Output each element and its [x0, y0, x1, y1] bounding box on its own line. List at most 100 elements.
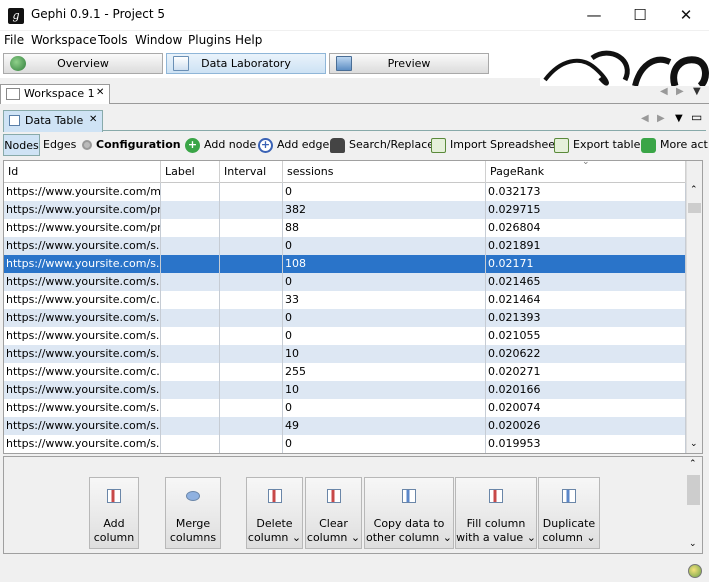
copy-data-to-other-column-button[interactable]: Copy data to other column ⌄	[364, 477, 454, 549]
duplicate-column-button[interactable]: Duplicate column ⌄	[538, 477, 600, 549]
table-row[interactable]: https://www.yoursite.com/s... 0 0.019953	[4, 435, 686, 453]
cell-interval[interactable]	[220, 399, 283, 417]
cell-label[interactable]	[161, 183, 220, 201]
cell-id[interactable]: https://www.yoursite.com/s...	[4, 345, 161, 363]
cell-id[interactable]: https://www.yoursite.com/s...	[4, 381, 161, 399]
column-header-label[interactable]: Label	[161, 161, 220, 183]
table-row[interactable]: https://www.yoursite.com/m... 0 0.032173	[4, 183, 686, 201]
cell-pagerank[interactable]: 0.020074	[486, 399, 686, 417]
table-row[interactable]: https://www.yoursite.com/s... 10 0.020622	[4, 345, 686, 363]
table-row[interactable]: https://www.yoursite.com/s... 0 0.020074	[4, 399, 686, 417]
menu-tools[interactable]: Tools	[98, 33, 128, 47]
cell-label[interactable]	[161, 255, 220, 273]
cell-pagerank[interactable]: 0.019953	[486, 435, 686, 453]
cell-interval[interactable]	[220, 219, 283, 237]
cell-id[interactable]: https://www.yoursite.com/m...	[4, 183, 161, 201]
cell-label[interactable]	[161, 291, 220, 309]
actions-scrollbar-thumb[interactable]	[687, 475, 700, 505]
import-spreadsheet-button[interactable]: Import Spreadsheet	[431, 134, 559, 156]
cell-label[interactable]	[161, 201, 220, 219]
cell-label[interactable]	[161, 327, 220, 345]
cell-label[interactable]	[161, 435, 220, 453]
cell-label[interactable]	[161, 417, 220, 435]
panel-dropdown-icon[interactable]: ▼	[675, 113, 683, 124]
cell-interval[interactable]	[220, 363, 283, 381]
cell-sessions[interactable]: 49	[283, 417, 486, 435]
cell-sessions[interactable]: 33	[283, 291, 486, 309]
table-row[interactable]: https://www.yoursite.com/s... 0 0.021055	[4, 327, 686, 345]
scroll-up-arrow-icon[interactable]: ⌃	[690, 185, 698, 195]
cell-sessions[interactable]: 255	[283, 363, 486, 381]
cell-label[interactable]	[161, 273, 220, 291]
update-notification-icon[interactable]	[688, 564, 702, 578]
cell-sessions[interactable]: 108	[283, 255, 486, 273]
cell-sessions[interactable]: 10	[283, 345, 486, 363]
actions-vertical-scrollbar[interactable]: ⌃ ⌄	[686, 457, 702, 553]
clear-column-button[interactable]: Clear column ⌄	[305, 477, 362, 549]
close-workspace-tab-icon[interactable]: ✕	[96, 87, 104, 98]
minimize-button[interactable]: —	[571, 0, 617, 30]
column-header-sessions[interactable]: sessions	[283, 161, 486, 183]
delete-column-button[interactable]: Delete column ⌄	[246, 477, 303, 549]
cell-interval[interactable]	[220, 273, 283, 291]
maximize-button[interactable]: ☐	[617, 0, 663, 30]
table-row[interactable]: https://www.yoursite.com/s... 0 0.021393	[4, 309, 686, 327]
table-row[interactable]: https://www.yoursite.com/s... 108 0.02171	[4, 255, 686, 273]
nodes-toggle-button[interactable]: Nodes	[3, 134, 40, 156]
add-column-button[interactable]: Add column	[89, 477, 139, 549]
cell-id[interactable]: https://www.yoursite.com/s...	[4, 273, 161, 291]
table-row[interactable]: https://www.yoursite.com/s... 0 0.021891	[4, 237, 686, 255]
cell-label[interactable]	[161, 363, 220, 381]
table-row[interactable]: https://www.yoursite.com/pr... 382 0.02971…	[4, 201, 686, 219]
search-replace-button[interactable]: Search/Replace	[330, 134, 434, 156]
close-data-table-tab-icon[interactable]: ✕	[89, 114, 97, 125]
data-laboratory-mode-button[interactable]: Data Laboratory	[166, 53, 326, 74]
menu-window[interactable]: Window	[135, 33, 182, 47]
menu-file[interactable]: File	[4, 33, 24, 47]
cell-interval[interactable]	[220, 345, 283, 363]
table-row[interactable]: https://www.yoursite.com/c... 255 0.020271	[4, 363, 686, 381]
nodes-table[interactable]: Id Label Interval sessions PageRank ⌄ ht…	[3, 160, 703, 454]
fill-column-with-value-button[interactable]: Fill column with a value ⌄	[455, 477, 537, 549]
table-row[interactable]: https://www.yoursite.com/c... 33 0.021464	[4, 291, 686, 309]
cell-sessions[interactable]: 10	[283, 381, 486, 399]
add-edge-button[interactable]: + Add edge	[258, 134, 329, 156]
cell-label[interactable]	[161, 399, 220, 417]
cell-label[interactable]	[161, 381, 220, 399]
cell-label[interactable]	[161, 237, 220, 255]
cell-pagerank[interactable]: 0.02171	[486, 255, 686, 273]
cell-pagerank[interactable]: 0.020622	[486, 345, 686, 363]
cell-label[interactable]	[161, 309, 220, 327]
merge-columns-button[interactable]: Merge columns	[165, 477, 221, 549]
cell-id[interactable]: https://www.yoursite.com/s...	[4, 327, 161, 345]
cell-pagerank[interactable]: 0.020026	[486, 417, 686, 435]
export-table-button[interactable]: Export table	[554, 134, 640, 156]
cell-pagerank[interactable]: 0.021891	[486, 237, 686, 255]
column-header-interval[interactable]: Interval	[220, 161, 283, 183]
scroll-down-arrow-icon[interactable]: ⌄	[690, 439, 698, 449]
cell-id[interactable]: https://www.yoursite.com/s...	[4, 417, 161, 435]
tab-workspace-1[interactable]: Workspace 1 ✕	[0, 84, 110, 104]
cell-sessions[interactable]: 0	[283, 183, 486, 201]
cell-id[interactable]: https://www.yoursite.com/c...	[4, 363, 161, 381]
menu-help[interactable]: Help	[235, 33, 262, 47]
cell-id[interactable]: https://www.yoursite.com/s...	[4, 435, 161, 453]
table-row[interactable]: https://www.yoursite.com/s... 10 0.020166	[4, 381, 686, 399]
cell-interval[interactable]	[220, 309, 283, 327]
cell-interval[interactable]	[220, 201, 283, 219]
cell-interval[interactable]	[220, 417, 283, 435]
panel-minimize-icon[interactable]: ▭	[691, 110, 702, 124]
cell-interval[interactable]	[220, 255, 283, 273]
table-vertical-scrollbar[interactable]: ⌃ ⌄	[686, 161, 702, 453]
cell-pagerank[interactable]: 0.020166	[486, 381, 686, 399]
scrollbar-thumb[interactable]	[688, 203, 701, 213]
table-row[interactable]: https://www.yoursite.com/s... 0 0.021465	[4, 273, 686, 291]
cell-id[interactable]: https://www.yoursite.com/s...	[4, 255, 161, 273]
edges-toggle-button[interactable]: Edges	[43, 134, 76, 156]
configuration-button[interactable]: Configuration	[82, 134, 181, 156]
table-row[interactable]: https://www.yoursite.com/s... 49 0.020026	[4, 417, 686, 435]
column-header-id[interactable]: Id	[4, 161, 161, 183]
cell-id[interactable]: https://www.yoursite.com/s...	[4, 237, 161, 255]
scroll-right-icon[interactable]: ▶	[676, 86, 684, 97]
cell-pagerank[interactable]: 0.032173	[486, 183, 686, 201]
